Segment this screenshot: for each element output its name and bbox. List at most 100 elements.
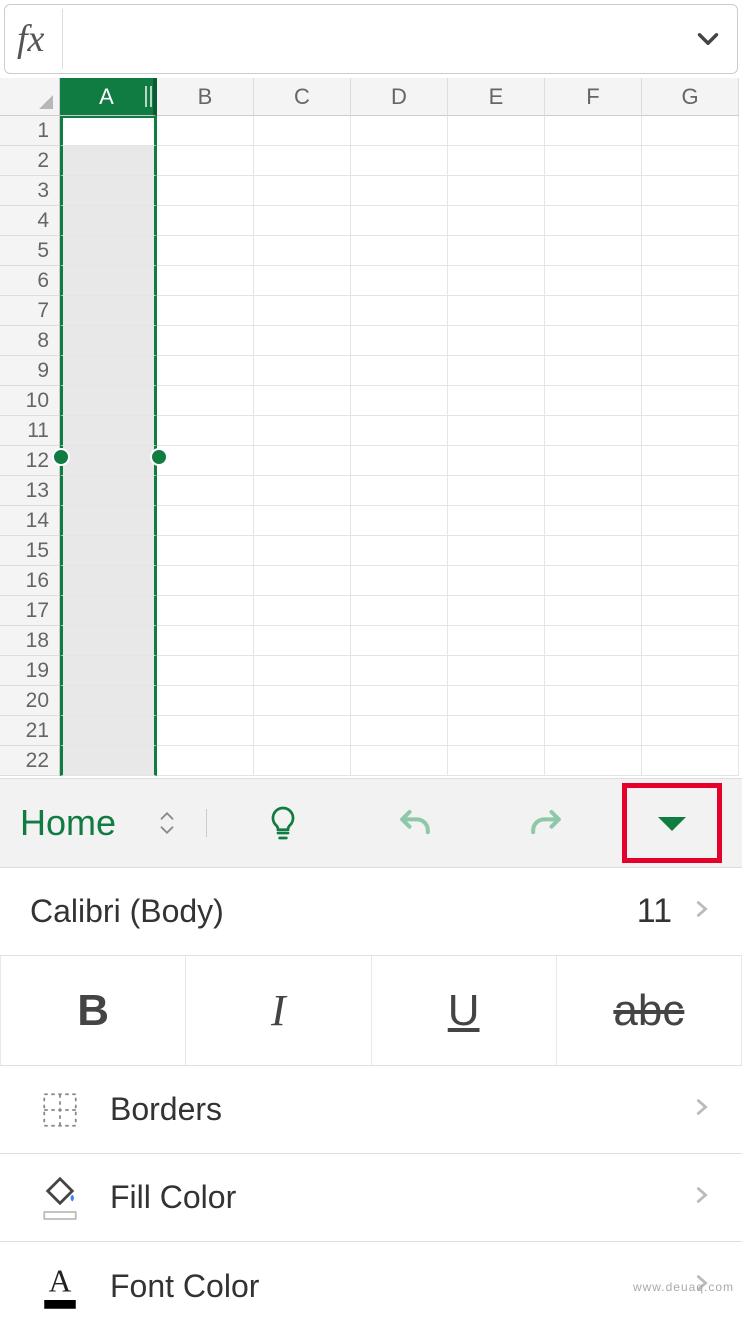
cell[interactable] [60, 656, 157, 686]
redo-button[interactable] [516, 801, 576, 845]
bold-button[interactable]: B [0, 956, 186, 1065]
underline-button[interactable]: U [372, 956, 557, 1065]
cell[interactable] [254, 326, 351, 356]
cell[interactable] [60, 176, 157, 206]
cell[interactable] [351, 206, 448, 236]
tab-home[interactable]: Home [20, 802, 116, 844]
cell[interactable] [254, 476, 351, 506]
cell[interactable] [351, 146, 448, 176]
cell[interactable] [254, 146, 351, 176]
cell[interactable] [60, 596, 157, 626]
cell[interactable] [642, 326, 739, 356]
cell[interactable] [642, 206, 739, 236]
cell[interactable] [60, 356, 157, 386]
cell[interactable] [351, 176, 448, 206]
cell[interactable] [60, 236, 157, 266]
cell[interactable] [642, 656, 739, 686]
cell[interactable] [157, 146, 254, 176]
cell[interactable] [254, 296, 351, 326]
cell[interactable] [60, 416, 157, 446]
cell[interactable] [448, 656, 545, 686]
cell[interactable] [545, 656, 642, 686]
cell[interactable] [60, 566, 157, 596]
cell[interactable] [254, 716, 351, 746]
italic-button[interactable]: I [186, 956, 371, 1065]
cell[interactable] [545, 416, 642, 446]
cell[interactable] [60, 716, 157, 746]
cell[interactable] [545, 116, 642, 146]
cell[interactable] [642, 386, 739, 416]
spreadsheet-grid[interactable]: ABCDEFG 12345678910111213141516171819202… [0, 78, 742, 778]
row-header[interactable]: 7 [0, 296, 60, 326]
cell[interactable] [545, 716, 642, 746]
cell[interactable] [254, 656, 351, 686]
cell[interactable] [545, 596, 642, 626]
cell[interactable] [448, 746, 545, 776]
cell[interactable] [642, 446, 739, 476]
tab-switcher[interactable] [156, 809, 207, 837]
cell[interactable] [351, 656, 448, 686]
cell[interactable] [157, 536, 254, 566]
column-header[interactable]: G [642, 78, 739, 116]
cell[interactable] [60, 476, 157, 506]
cell[interactable] [642, 146, 739, 176]
row-header[interactable]: 3 [0, 176, 60, 206]
cell[interactable] [351, 296, 448, 326]
cell[interactable] [351, 746, 448, 776]
cell[interactable] [642, 626, 739, 656]
cell[interactable] [254, 506, 351, 536]
cell[interactable] [60, 146, 157, 176]
cell[interactable] [448, 536, 545, 566]
cell[interactable] [545, 236, 642, 266]
cell[interactable] [545, 566, 642, 596]
cell[interactable] [448, 146, 545, 176]
cell[interactable] [157, 206, 254, 236]
cell[interactable] [157, 356, 254, 386]
cell[interactable] [448, 296, 545, 326]
cell[interactable] [545, 506, 642, 536]
row-header[interactable]: 4 [0, 206, 60, 236]
cell[interactable] [448, 626, 545, 656]
cell[interactable] [545, 266, 642, 296]
cell[interactable] [157, 386, 254, 416]
cell[interactable] [60, 536, 157, 566]
cell[interactable] [351, 326, 448, 356]
row-header[interactable]: 9 [0, 356, 60, 386]
cell[interactable] [60, 506, 157, 536]
row-header[interactable]: 13 [0, 476, 60, 506]
cell[interactable] [448, 506, 545, 536]
cell[interactable] [642, 296, 739, 326]
cell[interactable] [448, 206, 545, 236]
cell[interactable] [351, 536, 448, 566]
cell[interactable] [157, 596, 254, 626]
cell[interactable] [448, 236, 545, 266]
cell[interactable] [157, 296, 254, 326]
cell[interactable] [351, 386, 448, 416]
collapse-ribbon-button[interactable] [622, 783, 722, 863]
cell[interactable] [448, 596, 545, 626]
cell[interactable] [157, 626, 254, 656]
row-header[interactable]: 2 [0, 146, 60, 176]
cell[interactable] [254, 386, 351, 416]
cell[interactable] [642, 476, 739, 506]
cell[interactable] [351, 476, 448, 506]
cell[interactable] [642, 236, 739, 266]
cell[interactable] [254, 446, 351, 476]
cell[interactable] [254, 236, 351, 266]
cell[interactable] [642, 176, 739, 206]
cell[interactable] [545, 356, 642, 386]
cell[interactable] [642, 686, 739, 716]
row-header[interactable]: 21 [0, 716, 60, 746]
cell[interactable] [448, 566, 545, 596]
cell[interactable] [642, 716, 739, 746]
row-header[interactable]: 6 [0, 266, 60, 296]
cell[interactable] [545, 146, 642, 176]
cell[interactable] [254, 356, 351, 386]
cell[interactable] [157, 476, 254, 506]
cell[interactable] [545, 296, 642, 326]
cell[interactable] [157, 266, 254, 296]
cell[interactable] [157, 656, 254, 686]
cell[interactable] [60, 626, 157, 656]
cell[interactable] [448, 356, 545, 386]
cell[interactable] [545, 476, 642, 506]
